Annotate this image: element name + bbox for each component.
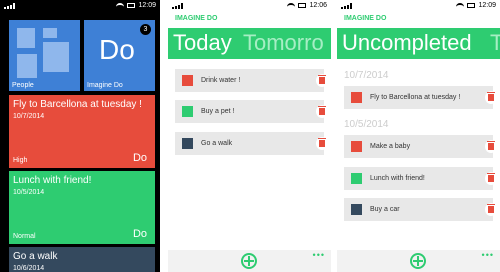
task-tile-priority: Normal [13, 233, 36, 240]
pivot-current[interactable]: Today [173, 30, 232, 56]
task-tile-date: 10/5/2014 [13, 189, 45, 196]
task-label: Go a walk [201, 140, 233, 147]
task-tile-title: Fly to Barcellona at tuesday ! [13, 99, 142, 110]
task-label: Drink water ! [201, 77, 241, 84]
people-tile[interactable]: People [9, 20, 80, 91]
wifi-icon [287, 2, 296, 9]
pivot-next[interactable]: Tomorro [243, 30, 324, 56]
app-title: IMAGINE DO [175, 15, 218, 22]
more-icon[interactable]: ••• [313, 250, 325, 260]
delete-icon[interactable] [316, 137, 328, 150]
task-tile-date: 10/7/2014 [13, 113, 45, 120]
start-screen: 12:09 People 3 Do Imagine Do Fly to Barc… [0, 0, 160, 272]
more-icon[interactable]: ••• [482, 250, 494, 260]
task-tile-action: Do [132, 228, 147, 240]
priority-marker [182, 75, 193, 86]
tile-logo-text: Do [99, 34, 135, 65]
people-icon-part [43, 28, 57, 38]
people-icon-part [17, 54, 37, 78]
task-label: Buy a car [370, 206, 400, 213]
app-title: IMAGINE DO [344, 15, 387, 22]
status-bar: 12:09 [337, 0, 500, 11]
delete-icon[interactable] [485, 140, 497, 153]
task-item[interactable]: Drink water ! [175, 69, 328, 92]
people-icon [17, 28, 35, 48]
clock: 12:09 [478, 2, 496, 9]
task-item[interactable]: Fly to Barcellona at tuesday ! [344, 86, 497, 109]
task-tile-title: Go a walk [13, 251, 58, 262]
imagine-do-tile-label: Imagine Do [87, 82, 123, 89]
priority-marker [182, 138, 193, 149]
clock: 12:06 [309, 2, 327, 9]
task-tile-action: Do [132, 152, 147, 164]
wifi-icon [116, 2, 125, 9]
task-label: Buy a pet ! [201, 108, 235, 115]
signal-icon [172, 3, 184, 9]
people-tile-label: People [12, 82, 34, 89]
battery-icon [298, 3, 307, 8]
task-label: Lunch with friend! [370, 175, 425, 182]
pivot-header: Uncompleted T [337, 28, 500, 59]
clock: 12:09 [138, 2, 156, 9]
task-tile-priority: High [13, 157, 28, 164]
priority-marker [351, 204, 362, 215]
pivot-current[interactable]: Uncompleted [342, 30, 472, 56]
task-item[interactable]: Buy a pet ! [175, 100, 328, 123]
priority-marker [351, 141, 362, 152]
app-bar: ••• [337, 250, 500, 272]
status-bar: 12:06 [168, 0, 331, 11]
app-bar: ••• [168, 250, 331, 272]
date-group-header: 10/7/2014 [344, 70, 389, 81]
status-bar: 12:09 [0, 0, 160, 11]
add-button[interactable] [410, 253, 426, 269]
uncompleted-screen: 12:09 IMAGINE DO Uncompleted T 10/7/2014… [337, 0, 500, 272]
priority-marker [351, 92, 362, 103]
priority-marker [182, 106, 193, 117]
today-screen: 12:06 IMAGINE DO Today Tomorro Drink wat… [168, 0, 331, 272]
task-item[interactable]: Buy a car [344, 198, 497, 221]
task-tile-date: 10/6/2014 [13, 265, 45, 272]
task-item[interactable]: Make a baby [344, 135, 497, 158]
task-label: Fly to Barcellona at tuesday ! [370, 94, 461, 101]
screenshots: 12:09 People 3 Do Imagine Do Fly to Barc… [0, 0, 500, 272]
task-tile[interactable]: Go a walk 10/6/2014 [9, 247, 155, 272]
battery-icon [127, 3, 136, 8]
signal-icon [4, 3, 16, 9]
pivot-header: Today Tomorro [168, 28, 331, 59]
delete-icon[interactable] [485, 172, 497, 185]
tile-count-badge: 3 [140, 24, 151, 35]
signal-icon [341, 3, 353, 9]
task-tile[interactable]: Fly to Barcellona at tuesday ! 10/7/2014… [9, 95, 155, 168]
task-tile-title: Lunch with friend! [13, 175, 92, 186]
task-item[interactable]: Lunch with friend! [344, 167, 497, 190]
pivot-next[interactable]: T [490, 30, 500, 56]
delete-icon[interactable] [316, 105, 328, 118]
imagine-do-tile[interactable]: 3 Do Imagine Do [84, 20, 155, 91]
task-tile[interactable]: Lunch with friend! 10/5/2014 Normal Do [9, 171, 155, 244]
task-item[interactable]: Go a walk [175, 132, 328, 155]
date-group-header: 10/5/2014 [344, 119, 389, 130]
delete-icon[interactable] [485, 203, 497, 216]
delete-icon[interactable] [485, 91, 497, 104]
battery-icon [467, 3, 476, 8]
delete-icon[interactable] [316, 74, 328, 87]
priority-marker [351, 173, 362, 184]
add-button[interactable] [241, 253, 257, 269]
people-icon-part [43, 42, 69, 72]
task-label: Make a baby [370, 143, 411, 150]
wifi-icon [456, 2, 465, 9]
